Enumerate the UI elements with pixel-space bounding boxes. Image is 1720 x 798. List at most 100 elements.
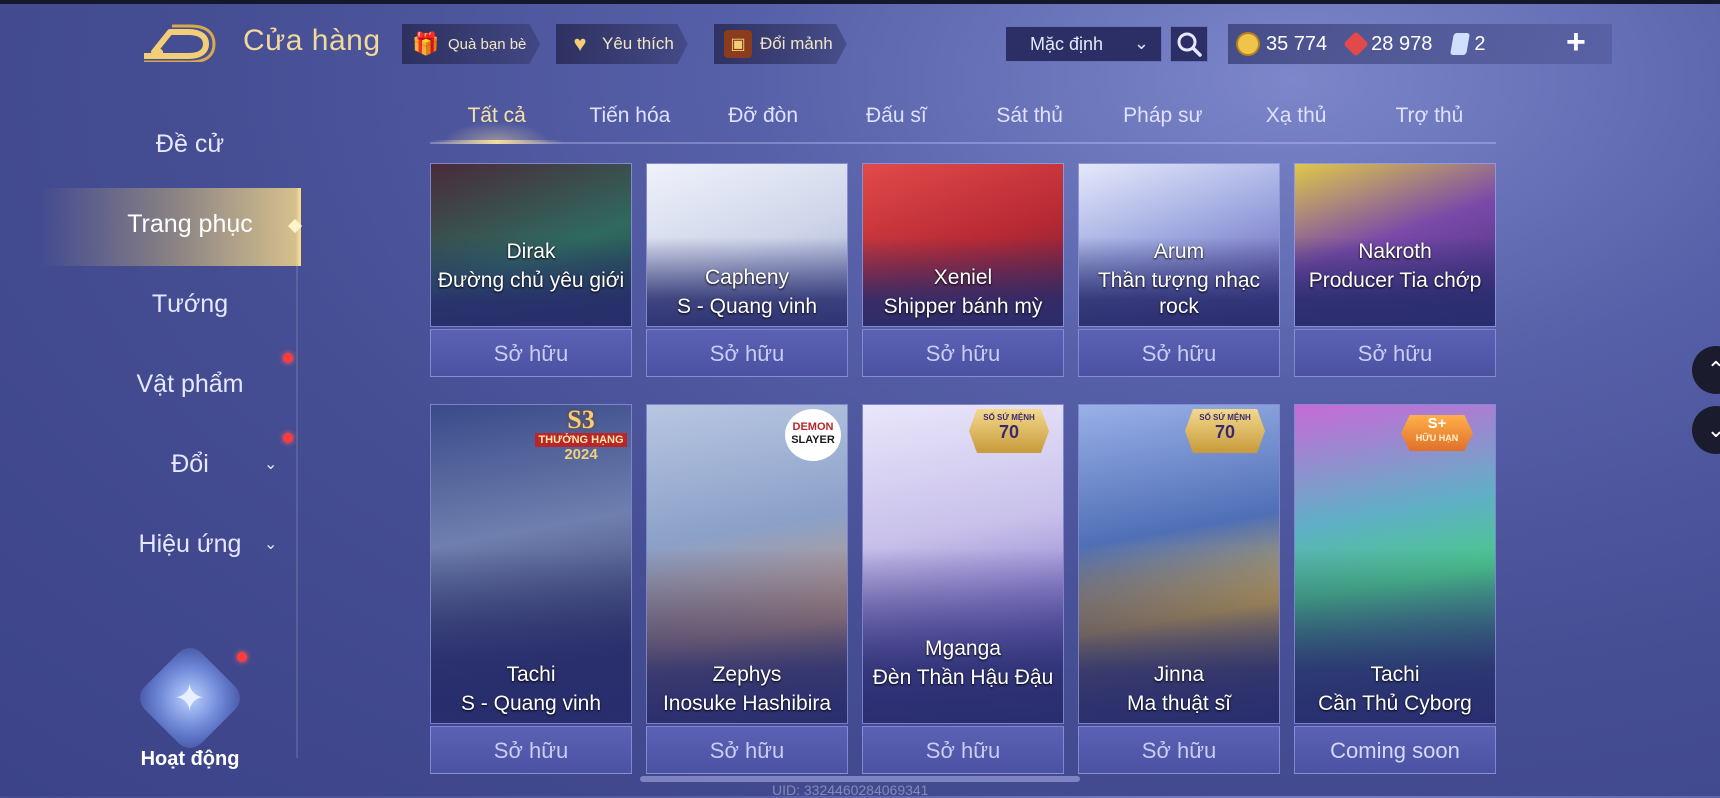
tab-evolution[interactable]: Tiến hóa — [563, 96, 696, 142]
favorites-button[interactable]: ♥ Yêu thích — [556, 24, 688, 64]
scroll-up-button[interactable]: ⌃ — [1692, 346, 1720, 394]
gift-icon: 🎁 — [412, 31, 440, 56]
badge-title: SỐ SỨ MỆNH — [983, 413, 1035, 422]
chevron-up-icon: ⌃ — [1706, 357, 1720, 382]
skin-name: Shipper bánh mỳ — [883, 295, 1043, 318]
owned-button[interactable]: Sở hữu — [862, 329, 1064, 377]
voucher-gem-icon — [1343, 31, 1369, 57]
sidebar-item-items[interactable]: Vật phẩm — [80, 370, 300, 399]
fragment-exchange-button[interactable]: ▣ Đổi mảnh — [714, 24, 847, 64]
owned-button[interactable]: Sở hữu — [1078, 329, 1280, 377]
sidebar-item-skins[interactable]: Trang phục — [80, 210, 300, 239]
skin-card[interactable]: S+ HỮU HẠN Tachi Cần Thủ Cyborg — [1294, 404, 1496, 724]
hero-name: Capheny — [704, 266, 790, 289]
fragment-chest-icon: ▣ — [724, 30, 752, 58]
skin-card[interactable]: DEMON SLAYER Zephys Inosuke Hashibira — [646, 404, 848, 724]
friend-gifts-button[interactable]: 🎁 Quà bạn bè — [402, 24, 541, 64]
owned-button[interactable]: Sở hữu — [646, 329, 848, 377]
owned-button[interactable]: Sở hữu — [646, 726, 848, 774]
search-icon — [1177, 32, 1202, 57]
effects-chevron-icon: ⌄ — [264, 536, 278, 553]
hero-name: Mganga — [925, 637, 1001, 660]
owned-button[interactable]: Sở hữu — [862, 726, 1064, 774]
chevron-down-icon: ⌄ — [1706, 417, 1720, 442]
hero-name: Tachi — [1370, 663, 1420, 686]
skin-card[interactable]: Xeniel Shipper bánh mỳ — [862, 163, 1064, 327]
tier-limited-badge: S+ HỮU HẠN — [1401, 415, 1473, 451]
sort-selected-value: Mặc định — [1030, 33, 1104, 54]
skin-card-amount: 2 — [1474, 32, 1486, 55]
sidebar-item-featured[interactable]: Đề cử — [80, 130, 300, 159]
fragment-exchange-label: Đổi mảnh — [760, 34, 833, 53]
sidebar-item-heroes[interactable]: Tướng — [80, 290, 300, 319]
gold-currency: 35 774 — [1236, 32, 1327, 56]
badge-title: S3 — [567, 405, 595, 434]
hero-name: Dirak — [506, 240, 556, 263]
skin-name: S - Quang vinh — [460, 692, 602, 715]
activity-badge-icon: ✦ — [133, 641, 247, 755]
skin-name: Thần tượng nhạc rock — [1097, 269, 1261, 318]
hero-name: Jinna — [1153, 663, 1205, 686]
mission-badge: SỐ SỨ MỆNH 70 — [1185, 409, 1265, 453]
skin-card[interactable]: SỐ SỨ MỆNH 70 Jinna Ma thuật sĩ — [1078, 404, 1280, 724]
skin-name: Producer Tia chớp — [1308, 269, 1482, 292]
rank-reward-badge: S3 THƯỞNG HẠNG 2024 — [535, 407, 627, 465]
skin-card[interactable]: SỐ SỨ MỆNH 70 Mganga Đèn Thần Hậu Đậu — [862, 404, 1064, 724]
tab-all[interactable]: Tất cả — [430, 96, 564, 144]
scroll-down-button[interactable]: ⌄ — [1692, 406, 1720, 454]
skin-card-currency: 2 — [1450, 32, 1486, 56]
hero-name: Arum — [1153, 240, 1205, 263]
tab-mage[interactable]: Pháp sư — [1096, 96, 1229, 142]
hero-name: Tachi — [506, 663, 556, 686]
badge-year: 2024 — [564, 446, 598, 463]
coming-soon-button[interactable]: Coming soon — [1294, 726, 1496, 774]
gold-amount: 35 774 — [1266, 32, 1328, 55]
badge-number: 70 — [1214, 422, 1236, 442]
search-button[interactable] — [1170, 26, 1208, 62]
owned-button[interactable]: Sở hữu — [430, 726, 632, 774]
role-tabs: Tất cả Tiến hóa Đỡ đòn Đấu sĩ Sát thủ Ph… — [430, 96, 1496, 144]
skin-card[interactable]: Nakroth Producer Tia chớp — [1294, 163, 1496, 327]
badge-subtitle: THƯỞNG HẠNG — [535, 433, 627, 447]
badge-title: S+ — [1427, 415, 1447, 432]
activity-button[interactable]: ✦ Hoạt động — [133, 641, 247, 771]
skin-card[interactable]: Dirak Đường chủ yêu giới — [430, 163, 632, 327]
friend-gifts-label: Quà bạn bè — [448, 35, 527, 53]
skin-card[interactable]: S3 THƯỞNG HẠNG 2024 Tachi S - Quang vinh — [430, 404, 632, 724]
owned-button[interactable]: Sở hữu — [1294, 329, 1496, 377]
heart-icon: ♥ — [573, 31, 587, 56]
owned-button[interactable]: Sở hữu — [430, 329, 632, 377]
tab-tank[interactable]: Đỡ đòn — [697, 96, 830, 142]
badge-number: 70 — [998, 422, 1020, 442]
page-title: Cửa hàng — [243, 24, 381, 57]
skin-name: Đường chủ yêu giới — [437, 269, 625, 292]
skin-card[interactable]: Capheny S - Quang vinh — [646, 163, 848, 327]
tab-fighter[interactable]: Đấu sĩ — [830, 96, 963, 142]
currency-bar: 35 774 28 978 2 — [1228, 24, 1612, 64]
activity-notification-dot — [237, 652, 247, 662]
back-icon[interactable] — [140, 22, 216, 62]
tab-support[interactable]: Trợ thủ — [1363, 96, 1496, 142]
skin-name: Cần Thủ Cyborg — [1318, 692, 1472, 715]
skin-card-icon — [1450, 33, 1471, 55]
skin-name: Đèn Thần Hậu Đậu — [872, 666, 1054, 689]
mission-badge: SỐ SỨ MỆNH 70 — [969, 409, 1049, 453]
hero-name: Xeniel — [933, 266, 993, 289]
favorites-label: Yêu thích — [602, 34, 674, 53]
skin-name: Ma thuật sĩ — [1127, 692, 1231, 715]
items-notification-dot — [283, 353, 293, 363]
owned-button[interactable]: Sở hữu — [1078, 726, 1280, 774]
hero-name: Nakroth — [1358, 240, 1432, 263]
collab-badge: DEMON SLAYER — [785, 409, 841, 461]
gold-coin-icon — [1236, 32, 1260, 56]
sort-dropdown[interactable]: Mặc định ⌄ — [1005, 26, 1162, 62]
card-shade — [863, 548, 1063, 723]
exchange-chevron-icon: ⌄ — [264, 456, 278, 473]
exchange-notification-dot — [283, 433, 293, 443]
badge-title: SỐ SỨ MỆNH — [1199, 413, 1251, 422]
skin-card[interactable]: Arum Thần tượng nhạc rock — [1078, 163, 1280, 327]
activity-label: Hoạt động — [140, 748, 240, 770]
add-currency-button[interactable]: + — [1566, 22, 1586, 62]
tab-marksman[interactable]: Xạ thủ — [1230, 96, 1363, 142]
tab-assassin[interactable]: Sát thủ — [963, 96, 1096, 142]
